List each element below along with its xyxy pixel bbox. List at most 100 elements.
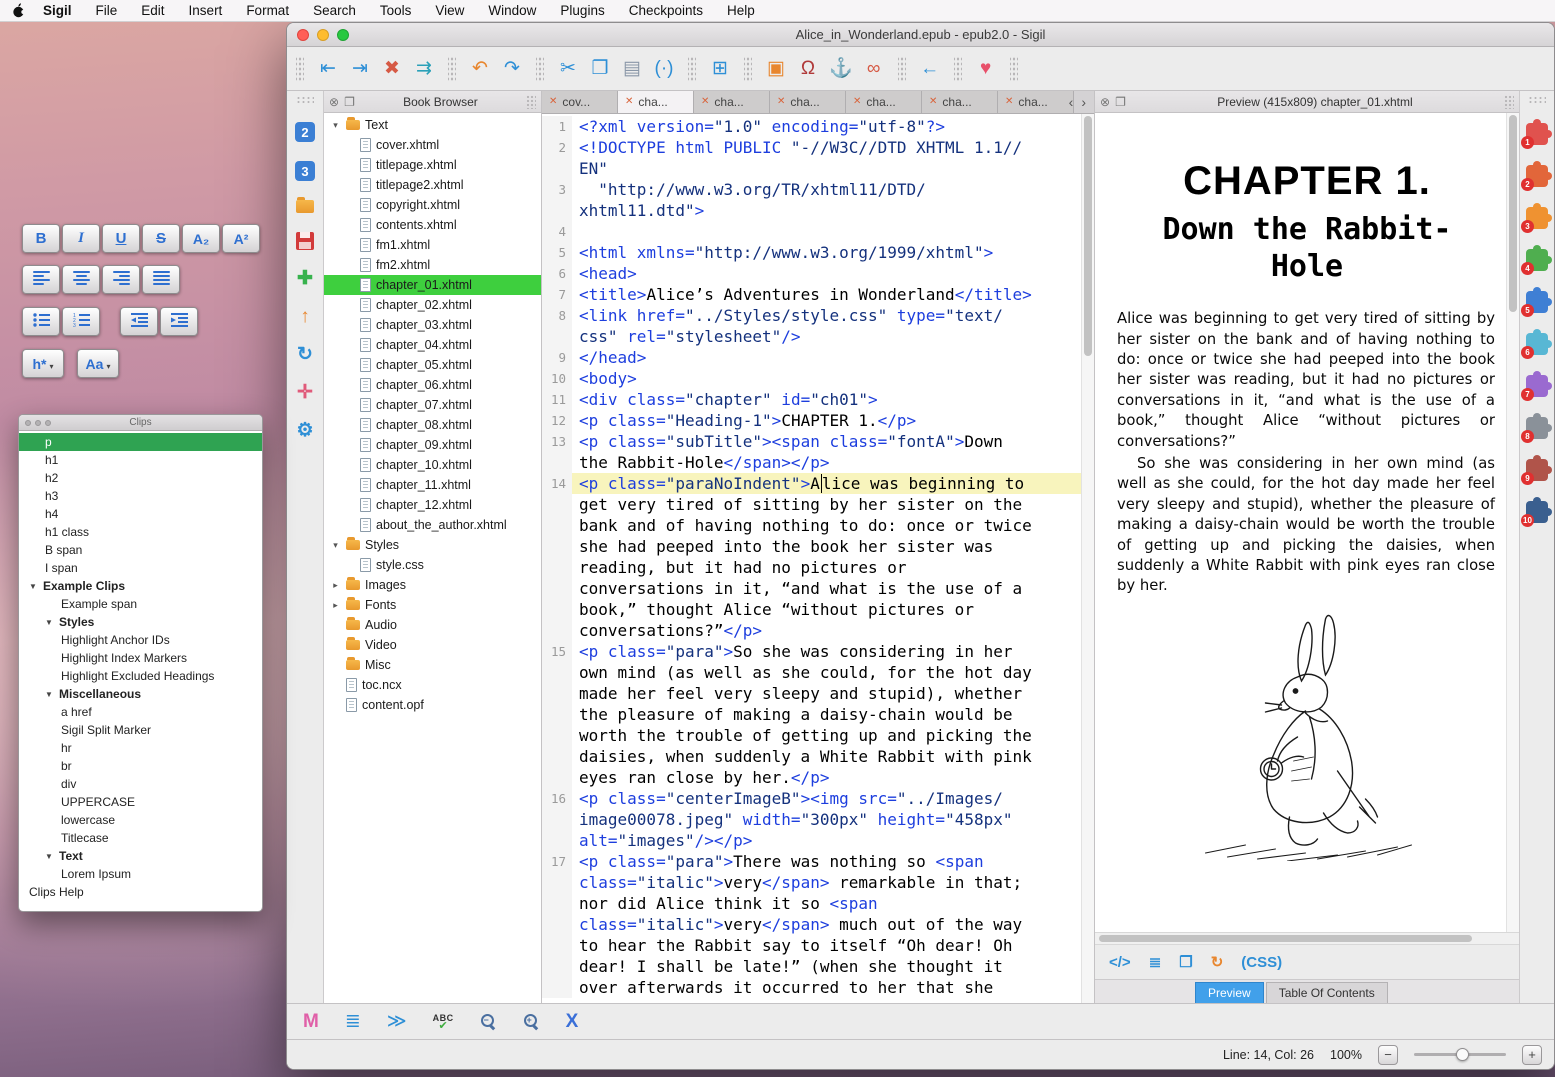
tree-item-toc-ncx[interactable]: toc.ncx (324, 675, 541, 695)
tree-item-chapter-05-xhtml[interactable]: chapter_05.xhtml (324, 355, 541, 375)
code-editor[interactable]: 1<?xml version="1.0" encoding="utf-8"?>2… (542, 114, 1094, 1003)
tree-item-chapter-06-xhtml[interactable]: chapter_06.xhtml (324, 375, 541, 395)
tree-item-fm1-xhtml[interactable]: fm1.xhtml (324, 235, 541, 255)
plugin-10-puzzle-icon[interactable]: 10 (1526, 501, 1548, 523)
clip-item-br[interactable]: br (19, 757, 262, 775)
clip-item-miscellaneous[interactable]: ▼Miscellaneous (19, 685, 262, 703)
cut-icon[interactable]: ✂ (557, 59, 579, 78)
case-select-button[interactable]: Aa▾ (77, 349, 119, 378)
tree-item-chapter-04-xhtml[interactable]: chapter_04.xhtml (324, 335, 541, 355)
tab-close-icon[interactable]: ✕ (701, 97, 709, 107)
preview-content[interactable]: CHAPTER 1. Down the Rabbit-Hole Alice wa… (1095, 113, 1519, 932)
checkpoint-save-icon[interactable]: ⇤ (317, 59, 339, 78)
preview-hscrollbar[interactable] (1095, 932, 1519, 945)
reload-preview-icon[interactable]: ↻ (1211, 955, 1224, 970)
tree-item-misc[interactable]: Misc (324, 655, 541, 675)
toolbar-drag-handle-icon[interactable] (744, 56, 752, 82)
checkpoint-remove-icon[interactable]: ✖ (381, 59, 403, 78)
tree-item-chapter-09-xhtml[interactable]: chapter_09.xhtml (324, 435, 541, 455)
toolbar-drag-handle-icon[interactable] (1010, 56, 1018, 82)
tab-close-icon[interactable]: ✕ (549, 97, 557, 107)
outline-icon[interactable]: ≣ (1149, 955, 1162, 970)
tree-item-chapter-11-xhtml[interactable]: chapter_11.xhtml (324, 475, 541, 495)
plugin-5-puzzle-icon[interactable]: 5 (1526, 291, 1548, 313)
tree-item-chapter-12-xhtml[interactable]: chapter_12.xhtml (324, 495, 541, 515)
menu-window[interactable]: Window (488, 3, 536, 18)
tree-item-styles[interactable]: ▾Styles (324, 535, 541, 555)
clip-item-h4[interactable]: h4 (19, 505, 262, 523)
app-menu-title[interactable]: Sigil (43, 3, 72, 18)
spellcheck-icon[interactable]: ABC✔ (433, 1014, 454, 1030)
numbered-list-button[interactable]: 123 (62, 307, 100, 336)
split-marker-icon[interactable]: ✛ (297, 383, 313, 402)
preview-hscroll-thumb[interactable] (1099, 935, 1472, 942)
plugin-2-puzzle-icon[interactable]: 2 (1526, 165, 1548, 187)
toolbar-drag-handle-icon[interactable] (536, 56, 544, 82)
outdent-button[interactable] (120, 307, 158, 336)
clip-item-clips-help[interactable]: Clips Help (19, 883, 262, 901)
clip-item-hr[interactable]: hr (19, 739, 262, 757)
paste-icon[interactable]: ▤ (621, 59, 643, 78)
drag-handle-icon[interactable] (296, 96, 314, 103)
bullet-list-button[interactable] (22, 307, 60, 336)
clip-item-b-span[interactable]: B span (19, 541, 262, 559)
tree-item-text[interactable]: ▾Text (324, 115, 541, 135)
tree-item-cover-xhtml[interactable]: cover.xhtml (324, 135, 541, 155)
clip-item-a-href[interactable]: a href (19, 703, 262, 721)
clip-item-h1[interactable]: h1 (19, 451, 262, 469)
clip-item-uppercase[interactable]: UPPERCASE (19, 793, 262, 811)
generate-toc-icon[interactable]: ≫ (387, 1012, 407, 1031)
close-panel-icon[interactable]: ⊗ (1100, 96, 1110, 108)
clip-item-example-clips[interactable]: ▼Example Clips (19, 577, 262, 595)
add-file-icon[interactable]: ✚ (297, 269, 313, 288)
back-icon[interactable]: ← (919, 59, 941, 78)
inspect-icon[interactable]: </> (1109, 955, 1131, 970)
zoom-in-icon[interactable]: + (523, 1013, 540, 1030)
tree-item-chapter-10-xhtml[interactable]: chapter_10.xhtml (324, 455, 541, 475)
menu-checkpoints[interactable]: Checkpoints (629, 3, 703, 18)
zoom-slider[interactable] (1414, 1053, 1506, 1056)
tree-item-chapter-03-xhtml[interactable]: chapter_03.xhtml (324, 315, 541, 335)
preview-tab-table-of-contents[interactable]: Table Of Contents (1266, 982, 1388, 1003)
sigil-x-icon[interactable]: X (566, 1012, 579, 1031)
tree-item-style-css[interactable]: style.css (324, 555, 541, 575)
mark-selection-icon[interactable]: (·) (653, 59, 675, 78)
tree-item-titlepage2-xhtml[interactable]: titlepage2.xhtml (324, 175, 541, 195)
insert-image-icon[interactable]: ▣ (765, 59, 787, 78)
editor-vscrollbar[interactable] (1081, 114, 1094, 1003)
align-left-button[interactable] (22, 265, 60, 294)
zoom-slider-thumb[interactable] (1456, 1048, 1469, 1061)
checkpoint-diff-icon[interactable]: ⇉ (413, 59, 435, 78)
css-selector-icon[interactable]: (CSS) (1241, 955, 1282, 970)
menu-help[interactable]: Help (727, 3, 755, 18)
insert-special-character-icon[interactable]: Ω (797, 59, 819, 78)
collapsed-triangle-icon[interactable]: ▸ (330, 600, 341, 611)
tab-close-icon[interactable]: ✕ (1005, 97, 1013, 107)
plugin-7-puzzle-icon[interactable]: 7 (1526, 375, 1548, 397)
upload-icon[interactable]: ↑ (300, 307, 310, 326)
tree-item-chapter-02-xhtml[interactable]: chapter_02.xhtml (324, 295, 541, 315)
editor-scroll-thumb[interactable] (1084, 116, 1092, 356)
editor-tab-4[interactable]: ✕cha... (846, 91, 922, 113)
metadata-editor-icon[interactable]: ≣ (345, 1012, 361, 1031)
collapsed-triangle-icon[interactable]: ▸ (330, 580, 341, 591)
clip-item-sigil-split-marker[interactable]: Sigil Split Marker (19, 721, 262, 739)
menu-view[interactable]: View (435, 3, 464, 18)
clip-item-text[interactable]: ▼Text (19, 847, 262, 865)
align-right-button[interactable] (102, 265, 140, 294)
pageedit-icon[interactable]: M (303, 1012, 319, 1031)
drag-handle-icon[interactable] (526, 95, 536, 109)
toolbar-drag-handle-icon[interactable] (688, 56, 696, 82)
window-titlebar[interactable]: Alice_in_Wonderland.epub - epub2.0 - Sig… (287, 23, 1554, 47)
redo-icon[interactable]: ↷ (501, 59, 523, 78)
plugin-3-puzzle-icon[interactable]: 3 (1526, 207, 1548, 229)
italic-button[interactable]: I (62, 224, 100, 253)
clip-item-styles[interactable]: ▼Styles (19, 613, 262, 631)
plugin-9-puzzle-icon[interactable]: 9 (1526, 459, 1548, 481)
zoom-in-button[interactable]: + (1522, 1045, 1542, 1065)
checkpoint-restore-icon[interactable]: ⇥ (349, 59, 371, 78)
preview-scroll-thumb[interactable] (1509, 115, 1517, 312)
editor-tab-0[interactable]: ✕cov... (542, 91, 618, 113)
preview-vscrollbar[interactable] (1506, 113, 1519, 932)
insert-anchor-icon[interactable]: ⚓ (829, 59, 853, 78)
